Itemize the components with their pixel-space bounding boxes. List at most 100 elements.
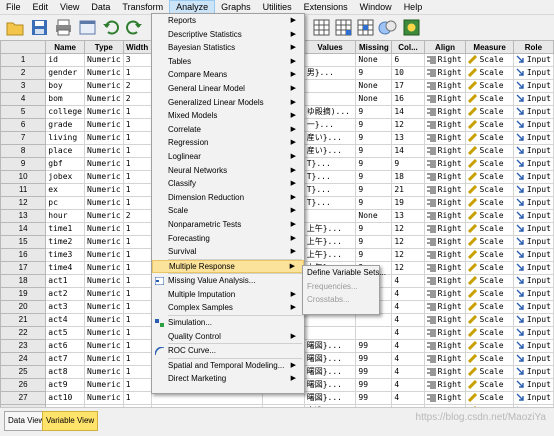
analyze-menu-item[interactable]: Nonparametric Tests ▶ [152,218,304,232]
row-number[interactable]: 27 [0,391,47,405]
print-icon[interactable] [54,18,73,37]
columns-cell[interactable]: 4 [391,274,425,288]
analyze-menu-item[interactable]: Direct Marketing ▶ [152,372,304,386]
type-cell[interactable]: Numeric [83,53,124,67]
measure-cell[interactable]: Scale [465,170,514,184]
role-cell[interactable]: Input [512,287,554,301]
width-cell[interactable]: 1 [122,365,152,379]
type-cell[interactable]: Numeric [83,261,124,275]
align-cell[interactable]: Right [423,378,467,392]
variable-name-cell[interactable]: ex [45,183,85,197]
analyze-menu-item[interactable]: Dimension Reduction ▶ [152,191,304,205]
row-number[interactable]: 17 [0,261,47,275]
menu-utilities[interactable]: Utilities [257,0,298,14]
width-cell[interactable]: 1 [122,300,152,314]
align-cell[interactable]: Right [423,365,467,379]
type-cell[interactable]: Numeric [83,66,124,80]
measure-cell[interactable]: Scale [465,209,514,223]
width-cell[interactable]: 1 [122,352,152,366]
measure-cell[interactable]: Scale [465,118,514,132]
type-cell[interactable]: Numeric [83,274,124,288]
values-cell[interactable]: 曙図}... [303,352,357,366]
width-cell[interactable]: 1 [122,157,152,171]
width-cell[interactable]: 2 [122,209,152,223]
analyze-menu-item[interactable]: Mixed Models ▶ [152,109,304,123]
row-number[interactable]: 22 [0,326,47,340]
missing-cell[interactable]: 9 [355,235,393,249]
align-cell[interactable]: Right [423,326,467,340]
width-cell[interactable]: 1 [122,287,152,301]
row-number[interactable]: 23 [0,339,47,353]
row-number[interactable]: 9 [0,157,47,171]
row-number[interactable]: 1 [0,53,47,67]
variable-name-cell[interactable]: time1 [45,222,85,236]
analyze-menu-item[interactable]: Classify ▶ [152,177,304,191]
values-cell[interactable]: 上午}... [303,222,357,236]
row-number[interactable]: 19 [0,287,47,301]
type-cell[interactable]: Numeric [83,339,124,353]
align-cell[interactable]: Right [423,235,467,249]
submenu-item[interactable]: Frequencies... [303,280,379,294]
variable-name-cell[interactable]: college [45,105,85,119]
row-number[interactable]: 15 [0,235,47,249]
row-number[interactable]: 4 [0,92,47,106]
columns-cell[interactable]: 4 [391,300,425,314]
role-cell[interactable]: Input [512,131,554,145]
analyze-menu-item[interactable]: Bayesian Statistics ▶ [152,41,304,55]
width-cell[interactable]: 1 [122,326,152,340]
columns-cell[interactable]: 19 [391,196,425,210]
width-cell[interactable]: 1 [122,274,152,288]
type-cell[interactable]: Numeric [83,300,124,314]
role-cell[interactable]: Input [512,339,554,353]
variable-name-cell[interactable]: act8 [45,365,85,379]
dialog-recall-icon[interactable] [78,18,97,37]
columns-cell[interactable]: 12 [391,118,425,132]
width-cell[interactable]: 1 [122,391,152,405]
missing-cell[interactable]: 99 [355,365,393,379]
missing-cell[interactable]: 9 [355,183,393,197]
variable-name-cell[interactable]: place [45,144,85,158]
align-cell[interactable]: Right [423,261,467,275]
columns-cell[interactable]: 12 [391,235,425,249]
variable-name-cell[interactable]: act2 [45,287,85,301]
columns-cell[interactable]: 21 [391,183,425,197]
values-cell[interactable]: 曙図}... [303,391,357,405]
columns-cell[interactable]: 4 [391,287,425,301]
columns-cell[interactable]: 4 [391,378,425,392]
measure-cell[interactable]: Scale [465,92,514,106]
row-number[interactable]: 7 [0,131,47,145]
columns-cell[interactable]: 13 [391,131,425,145]
measure-cell[interactable]: Scale [465,157,514,171]
role-cell[interactable]: Input [512,105,554,119]
columns-cell[interactable]: 16 [391,92,425,106]
variable-name-cell[interactable]: act7 [45,352,85,366]
role-cell[interactable]: Input [512,209,554,223]
align-cell[interactable]: Right [423,222,467,236]
width-cell[interactable]: 1 [122,235,152,249]
measure-cell[interactable]: Scale [465,326,514,340]
measure-cell[interactable]: Scale [465,248,514,262]
align-cell[interactable]: Right [423,391,467,405]
columns-cell[interactable]: 12 [391,222,425,236]
values-cell[interactable]: 上午}... [303,248,357,262]
width-cell[interactable]: 1 [122,131,152,145]
role-cell[interactable]: Input [512,144,554,158]
role-cell[interactable]: Input [512,313,554,327]
measure-cell[interactable]: Scale [465,365,514,379]
align-cell[interactable]: Right [423,248,467,262]
missing-cell[interactable]: 9 [355,248,393,262]
missing-cell[interactable]: None [355,209,393,223]
role-cell[interactable]: Input [512,53,554,67]
type-cell[interactable]: Numeric [83,313,124,327]
missing-cell[interactable]: 9 [355,144,393,158]
row-number[interactable]: 13 [0,209,47,223]
measure-cell[interactable]: Scale [465,261,514,275]
values-cell[interactable]: ゆ殿摘)... [303,105,357,119]
weight-cases-icon[interactable] [334,18,353,37]
align-cell[interactable]: Right [423,144,467,158]
menu-help[interactable]: Help [398,0,429,14]
values-cell[interactable]: T}... [303,183,357,197]
align-cell[interactable]: Right [423,92,467,106]
measure-cell[interactable]: Scale [465,222,514,236]
analyze-menu-item[interactable]: Descriptive Statistics ▶ [152,28,304,42]
